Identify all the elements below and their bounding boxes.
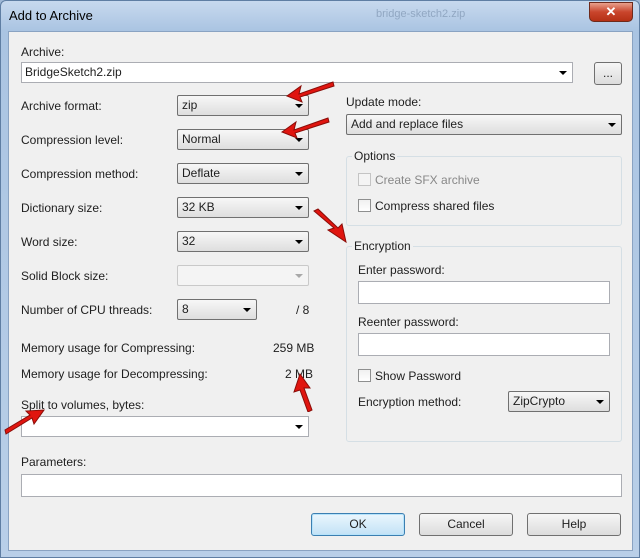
chevron-down-icon (559, 71, 567, 75)
encryption-group-title: Encryption (352, 239, 413, 253)
window-title: Add to Archive (9, 8, 93, 23)
enter-password-label: Enter password: (358, 263, 445, 277)
chevron-down-icon (295, 206, 303, 210)
encryption-method-select[interactable]: ZipCrypto (508, 391, 610, 412)
split-volumes-combo[interactable] (21, 416, 309, 437)
compress-shared-checkbox[interactable] (358, 199, 371, 212)
dictionary-size-value: 32 KB (182, 200, 215, 214)
dialog-client-area: Archive: BridgeSketch2.zip ... Archive f… (8, 31, 633, 551)
reenter-password-label: Reenter password: (358, 315, 459, 329)
annotation-arrow-level (280, 117, 330, 139)
cancel-button[interactable]: Cancel (419, 513, 513, 536)
word-size-label: Word size: (21, 235, 78, 249)
compression-level-value: Normal (182, 132, 221, 146)
chevron-down-icon (608, 123, 616, 127)
solid-block-size-label: Solid Block size: (21, 269, 109, 283)
ok-button[interactable]: OK (311, 513, 405, 536)
memory-decompressing-label: Memory usage for Decompressing: (21, 367, 208, 381)
cpu-threads-label: Number of CPU threads: (21, 303, 153, 317)
update-mode-value: Add and replace files (351, 117, 464, 131)
update-mode-select[interactable]: Add and replace files (346, 114, 622, 135)
archive-format-label: Archive format: (21, 99, 102, 113)
create-sfx-label: Create SFX archive (375, 173, 480, 187)
chevron-down-icon (295, 104, 303, 108)
encryption-method-label: Encryption method: (358, 395, 462, 409)
encryption-group: Encryption Enter password: Reenter passw… (346, 239, 622, 442)
update-mode-label: Update mode: (346, 95, 422, 109)
memory-compressing-label: Memory usage for Compressing: (21, 341, 196, 355)
annotation-arrow-memory (293, 372, 313, 412)
archive-format-value: zip (182, 98, 198, 112)
compress-shared-label: Compress shared files (375, 199, 495, 213)
encryption-method-value: ZipCrypto (513, 394, 566, 408)
parameters-field[interactable] (21, 474, 622, 497)
cpu-threads-select[interactable]: 8 (177, 299, 257, 320)
archive-path-value: BridgeSketch2.zip (25, 65, 122, 79)
parameters-label: Parameters: (21, 455, 87, 469)
solid-block-size-select (177, 265, 309, 286)
cpu-threads-value: 8 (182, 302, 189, 316)
close-button[interactable]: ✕ (589, 2, 633, 22)
title-bar[interactable]: Add to Archive bridge-sketch2.zip ✕ (1, 1, 639, 31)
reenter-password-field[interactable] (358, 333, 610, 356)
archive-label: Archive: (21, 45, 65, 59)
chevron-down-icon (295, 274, 303, 278)
annotation-arrow-encryption (313, 208, 347, 244)
show-password-checkbox[interactable] (358, 369, 371, 382)
chevron-down-icon (596, 400, 604, 404)
enter-password-field[interactable] (358, 281, 610, 304)
help-button[interactable]: Help (527, 513, 621, 536)
compression-level-label: Compression level: (21, 133, 124, 147)
browse-button[interactable]: ... (594, 62, 622, 85)
show-password-label: Show Password (375, 369, 462, 383)
memory-compressing-value: 259 MB (273, 341, 315, 355)
compression-method-label: Compression method: (21, 167, 139, 181)
create-sfx-checkbox (358, 173, 371, 186)
options-group: Options Create SFX archive Compress shar… (346, 149, 622, 226)
chevron-down-icon (295, 172, 303, 176)
word-size-select[interactable]: 32 (177, 231, 309, 252)
compression-method-select[interactable]: Deflate (177, 163, 309, 184)
background-window-title: bridge-sketch2.zip (376, 8, 466, 20)
dictionary-size-select[interactable]: 32 KB (177, 197, 309, 218)
compression-method-value: Deflate (182, 166, 221, 180)
annotation-arrow-format (285, 81, 335, 103)
chevron-down-icon (295, 425, 303, 429)
chevron-down-icon (295, 240, 303, 244)
word-size-value: 32 (182, 234, 196, 248)
chevron-down-icon (243, 308, 251, 312)
cpu-threads-max: / 8 (296, 303, 310, 317)
dictionary-size-label: Dictionary size: (21, 201, 103, 215)
annotation-arrow-split (4, 409, 46, 435)
options-group-title: Options (352, 149, 398, 163)
